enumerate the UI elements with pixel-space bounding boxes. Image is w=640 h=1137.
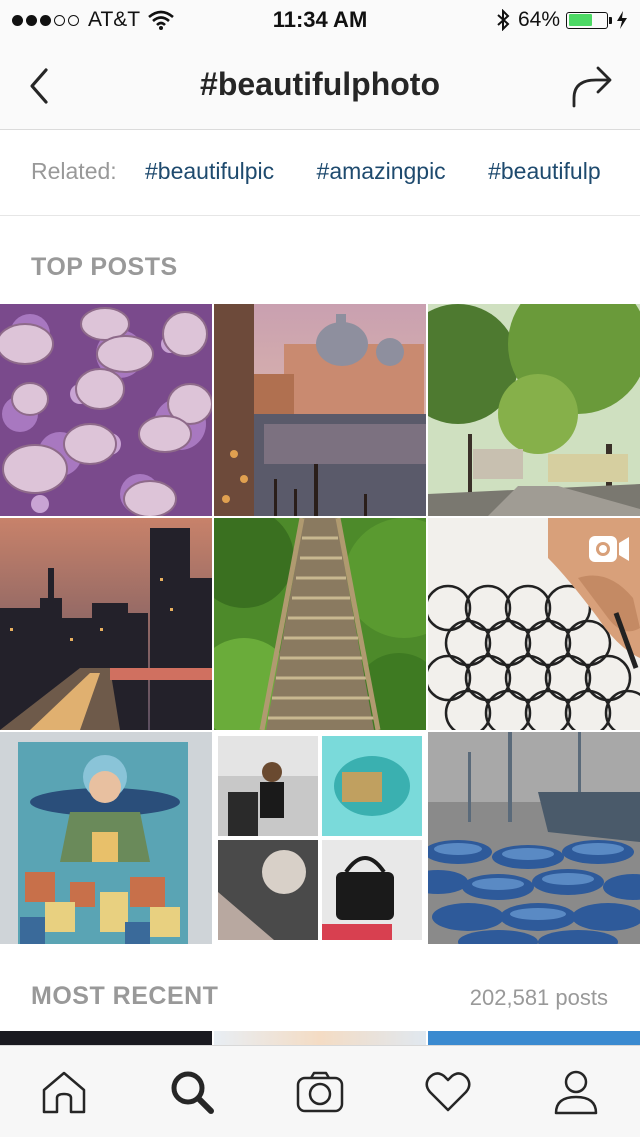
related-label: Related: — [31, 158, 117, 184]
most-recent-heading: MOST RECENT — [31, 982, 219, 1010]
camera-icon — [296, 1071, 344, 1112]
post-thumbnail-blue-boats[interactable] — [428, 732, 640, 944]
bluetooth-icon — [497, 9, 510, 31]
most-recent-grid-peek — [0, 1031, 640, 1045]
battery-fill — [568, 14, 593, 26]
profile-icon — [554, 1070, 598, 1114]
tab-activity[interactable] — [384, 1046, 512, 1137]
page-title: #beautifulphoto — [200, 66, 440, 102]
tab-profile[interactable] — [512, 1046, 640, 1137]
recent-thumbnail[interactable] — [214, 1031, 426, 1045]
home-icon — [42, 1071, 86, 1113]
search-icon — [171, 1071, 214, 1114]
posts-count: 202,581 posts — [469, 985, 608, 1010]
charging-bolt-icon — [617, 11, 627, 29]
post-thumbnail-city-skyline-dusk[interactable] — [0, 518, 212, 730]
heart-icon — [425, 1071, 471, 1111]
post-thumbnail-mural-building[interactable] — [0, 732, 212, 944]
related-tag[interactable]: #amazingpic — [317, 158, 446, 184]
video-camera-icon — [589, 536, 629, 562]
related-tag[interactable]: #beautifulpic — [145, 158, 274, 184]
post-thumbnail-forest-stairs[interactable] — [214, 518, 426, 730]
related-tags-list: #beautifulpic #amazingpic #beautifulp — [145, 158, 637, 185]
tab-home[interactable] — [0, 1046, 128, 1137]
battery-nub — [609, 16, 612, 24]
tab-bar — [0, 1045, 640, 1137]
battery-percent: 64% — [517, 8, 560, 31]
share-button[interactable] — [570, 62, 616, 110]
recent-thumbnail[interactable] — [428, 1031, 640, 1045]
nav-bar: #beautifulphoto — [0, 40, 640, 130]
battery-area: 64% — [496, 8, 628, 32]
post-thumbnail-tree-lined-street[interactable] — [428, 304, 640, 516]
top-posts-heading: TOP POSTS — [31, 253, 178, 281]
post-thumbnail-venice-canal[interactable] — [214, 304, 426, 516]
recent-thumbnail[interactable] — [0, 1031, 212, 1045]
battery-icon — [566, 11, 608, 29]
related-tags-bar[interactable]: Related: #beautifulpic #amazingpic #beau… — [0, 130, 640, 216]
post-thumbnail-pattern-drawing-video[interactable] — [428, 518, 640, 730]
tab-camera[interactable] — [256, 1046, 384, 1137]
related-tag[interactable]: #beautifulp — [488, 158, 601, 184]
status-bar: AT&T 11:34 AM 64% — [0, 0, 640, 40]
tab-search[interactable] — [128, 1046, 256, 1137]
post-thumbnail-fashion-collage[interactable] — [214, 732, 426, 944]
post-thumbnail-lilac-macarons[interactable] — [0, 304, 212, 516]
